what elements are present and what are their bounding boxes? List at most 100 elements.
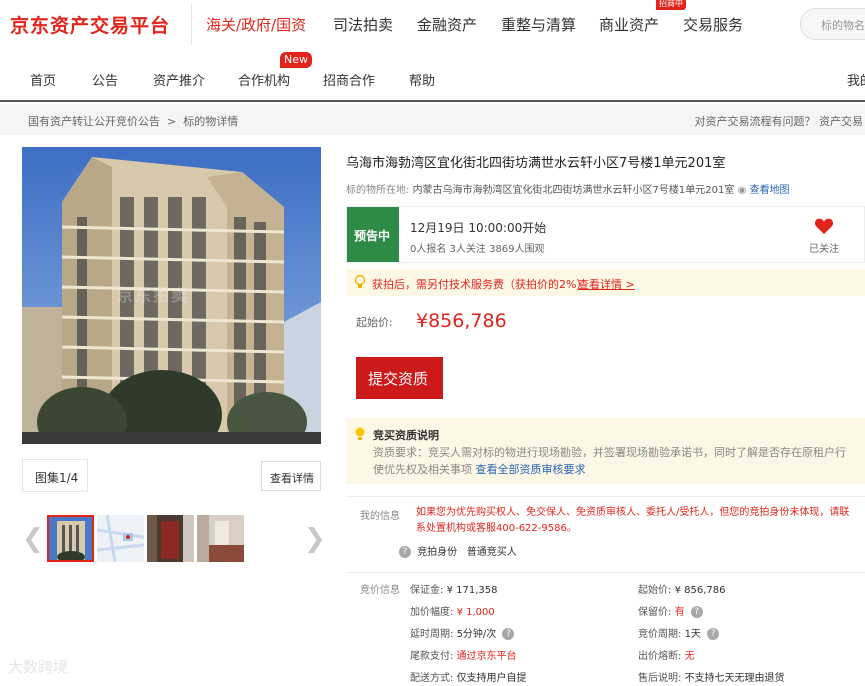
bid-info-label: 竞价信息 — [360, 585, 400, 596]
delivery-key: 配送方式: — [410, 673, 454, 684]
after-sales-value: 不支持七天无理由退货 — [684, 673, 785, 684]
photo-watermark: 京东拍卖 — [117, 286, 190, 305]
start-price-row: 起始价: ¥ 856,786 — [638, 581, 725, 596]
breadcrumb-announcement[interactable]: 国有资产转让公开竞价公告 — [28, 115, 160, 128]
final-payment-key: 尾款支付: — [410, 651, 454, 662]
delay-period-value: 5分钟/次 — [456, 629, 497, 640]
final-payment-value: 通过京东平台 — [456, 651, 517, 662]
thumbnail-building[interactable] — [47, 515, 94, 562]
thumbnail-strip: ❮ ❯ — [22, 512, 326, 568]
start-price-value: ¥856,786 — [416, 310, 507, 332]
top-nav-judicial-auction[interactable]: 司法拍卖 — [333, 14, 393, 35]
delay-period-key: 延时周期: — [410, 629, 454, 640]
service-fee-details-link[interactable]: 查看详情 > — [578, 276, 635, 292]
thumbnail-map[interactable] — [97, 515, 144, 562]
reserve-price-value: 有 — [674, 607, 685, 618]
my-info-section: 我的信息 如果您为优先购买权人、免交保人、免资质审核人、委托人/受托人，但您的竞… — [346, 496, 865, 564]
item-address: 标的物所在地: 内蒙古乌海市海勃湾区宜化街北四街坊满世水云轩小区7号楼1单元20… — [346, 181, 789, 196]
top-header: 京东资产交易平台 海关/政府/国资 司法拍卖 金融资产 重整与清算 商业资产 交… — [0, 0, 865, 50]
delivery-row: 配送方式: 仅支持用户自提 — [410, 669, 527, 684]
help-icon[interactable]: ? — [690, 606, 703, 618]
view-map-link[interactable]: 查看地图 — [749, 185, 789, 196]
next-arrow-icon[interactable]: ❯ — [304, 526, 326, 552]
top-nav-customs-gov[interactable]: 海关/政府/国资 — [206, 14, 306, 35]
top-nav-trade-services[interactable]: 交易服务 — [683, 14, 743, 35]
breadcrumb-separator: > — [163, 115, 180, 128]
reserve-price-row: 保留价: 有 ? — [638, 603, 703, 618]
service-fee-text: 获拍后，需另付技术服务费（获拍价的2%） — [372, 278, 588, 291]
address-label: 标的物所在地: — [346, 185, 410, 196]
circuit-breaker-row: 出价熔断: 无 — [638, 647, 695, 662]
subnav-investment[interactable]: 招商合作 — [323, 70, 375, 89]
follow-button[interactable]: 已关注 — [804, 217, 844, 255]
auction-start-time: 12月19日 10:00:00开始 — [410, 221, 547, 235]
deposit-value: ¥ 171,358 — [446, 585, 498, 596]
subnav-my-account[interactable]: 我的 — [847, 70, 865, 89]
process-help-link[interactable]: 对资产交易流程有问题？ 资产交易 — [695, 113, 864, 129]
breadcrumb: 国有资产转让公开竞价公告 > 标的物详情 对资产交易流程有问题？ 资产交易 — [0, 104, 865, 135]
start-price-row-value: ¥ 856,786 — [674, 585, 726, 596]
thumb-map-image — [97, 515, 144, 562]
service-fee-notice: 获拍后，需另付技术服务费（获拍价的2%） 查看详情 > — [346, 269, 865, 296]
prev-arrow-icon[interactable]: ❮ — [22, 526, 44, 552]
thumb-door-image — [147, 515, 194, 562]
thumb-building-image — [49, 517, 92, 560]
subnav-asset-promotion[interactable]: 资产推介 — [153, 70, 205, 89]
delivery-value: 仅支持用户自提 — [456, 673, 527, 684]
after-sales-row: 售后说明: 不支持七天无理由退货 — [638, 669, 785, 684]
breadcrumb-current: 标的物详情 — [183, 115, 239, 128]
qualification-title: 竞买资质说明 — [373, 429, 439, 442]
qualification-body: 资质要求：竞买人需对标的物进行现场勘验，并签署现场勘验承诺书，同时了解是否存在原… — [373, 444, 855, 478]
after-sales-key: 售后说明: — [638, 673, 682, 684]
top-nav-financial-assets[interactable]: 金融资产 — [417, 14, 477, 35]
view-details-button[interactable]: 查看详情 — [261, 461, 321, 491]
follow-label: 已关注 — [809, 244, 839, 255]
thumbnail-interior-room[interactable] — [197, 515, 244, 562]
deposit-key: 保证金: — [410, 585, 444, 596]
circuit-breaker-value: 无 — [684, 651, 695, 662]
top-nav-commercial-assets[interactable]: 商业资产 — [599, 14, 659, 35]
map-pin-icon: ◉ — [737, 185, 747, 196]
search-input[interactable]: 标的物名称 — [800, 8, 865, 40]
all-requirements-link[interactable]: 查看全部资质审核要求 — [476, 463, 586, 476]
identity-value: 普通竞买人 — [466, 547, 517, 558]
delay-period-row: 延时周期: 5分钟/次 ? — [410, 625, 515, 640]
subnav-home[interactable]: 首页 — [30, 70, 56, 89]
main-photo[interactable]: 京东拍卖 — [22, 147, 321, 444]
reserve-price-key: 保留价: — [638, 607, 672, 618]
top-nav-restructuring[interactable]: 重整与清算 — [501, 14, 576, 35]
subnav-announcements[interactable]: 公告 — [92, 70, 118, 89]
auction-stats: 0人报名 3人关注 3869人围观 — [410, 244, 545, 255]
qualification-info: 竞买资质说明 资质要求：竞买人需对标的物进行现场勘验，并签署现场勘验承诺书，同时… — [346, 418, 865, 484]
increment-row: 加价幅度: ¥ 1,000 — [410, 603, 495, 618]
my-info-text: 如果您为优先购买权人、免交保人、免资质审核人、委托人/受托人，但您的竞拍身份未体… — [416, 507, 850, 534]
deposit-row: 保证金: ¥ 171,358 — [410, 581, 497, 596]
start-price-key: 起始价: — [638, 585, 672, 596]
lightbulb-icon — [355, 427, 365, 440]
bid-period-key: 竞价周期: — [638, 629, 682, 640]
address-value: 内蒙古乌海市海勃湾区宜化街北四街坊满世水云轩小区7号楼1单元201室 — [412, 185, 735, 196]
subnav-help[interactable]: 帮助 — [409, 70, 435, 89]
circuit-breaker-key: 出价熔断: — [638, 651, 682, 662]
recruiting-badge: 招商中 — [656, 0, 686, 10]
final-payment-row: 尾款支付: 通过京东平台 — [410, 647, 517, 662]
status-badge: 预告中 — [347, 207, 399, 262]
header-divider — [191, 4, 192, 46]
site-logo[interactable]: 京东资产交易平台 — [10, 11, 170, 38]
bid-period-value: 1天 — [684, 629, 701, 640]
help-icon[interactable]: ? — [399, 546, 411, 558]
increment-key: 加价幅度: — [410, 607, 454, 618]
my-info-label: 我的信息 — [360, 511, 400, 522]
help-icon[interactable]: ? — [707, 628, 720, 640]
thumbnail-interior-door[interactable] — [147, 515, 194, 562]
watermark-text: 大数跨境 — [8, 658, 69, 676]
start-price-label: 起始价: — [356, 316, 393, 329]
subnav-partners[interactable]: 合作机构 — [238, 70, 290, 89]
thumb-room-image — [197, 515, 244, 562]
heart-icon — [814, 218, 834, 235]
help-icon[interactable]: ? — [502, 628, 515, 640]
new-badge: New — [280, 52, 312, 68]
bid-info-section: 竞价信息 保证金: ¥ 171,358 加价幅度: ¥ 1,000 延时周期: … — [346, 572, 865, 686]
item-title: 乌海市海勃湾区宜化街北四街坊满世水云轩小区7号楼1单元201室 — [346, 156, 726, 171]
submit-qualification-button[interactable]: 提交资质 — [356, 357, 443, 399]
